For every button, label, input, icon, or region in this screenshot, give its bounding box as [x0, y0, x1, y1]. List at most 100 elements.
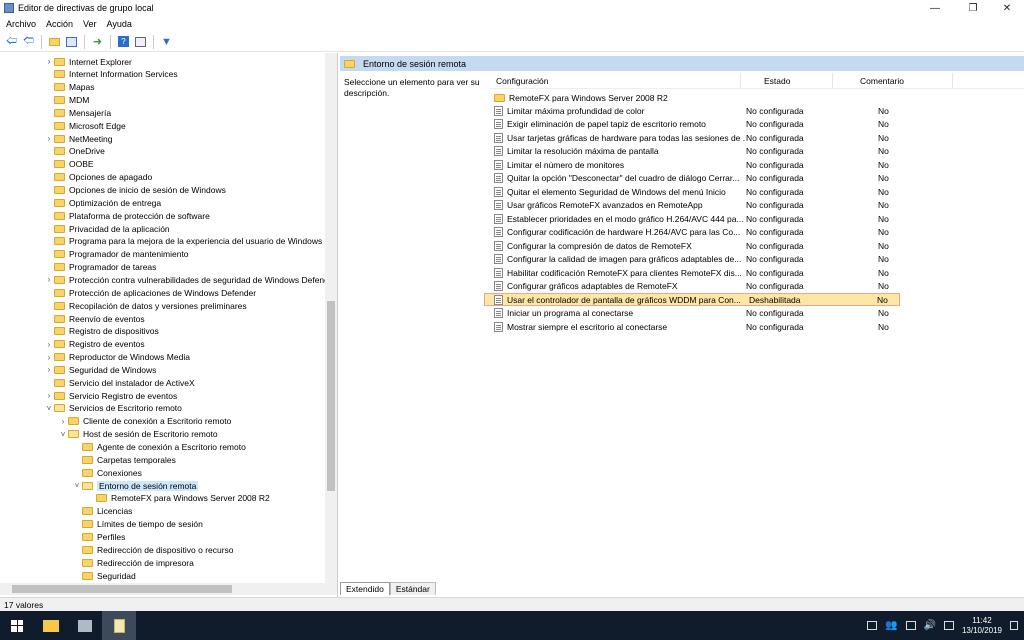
- tree-item[interactable]: Programador de mantenimiento: [44, 248, 189, 261]
- tree-item[interactable]: ˅ Servicios de Escritorio remoto: [44, 402, 182, 415]
- chevron-down-icon[interactable]: ˅: [72, 481, 82, 490]
- tree-item[interactable]: › Protección contra vulnerabilidades de s…: [44, 273, 337, 286]
- column-comentario[interactable]: Comentario: [860, 76, 904, 86]
- chevron-right-icon[interactable]: ›: [58, 417, 68, 426]
- menu-archivo[interactable]: Archivo: [6, 19, 36, 29]
- tree-item[interactable]: Límites de tiempo de sesión: [72, 518, 203, 531]
- forward-arrow-icon[interactable]: 🢢: [21, 34, 36, 49]
- tree-item[interactable]: › NetMeeting: [44, 132, 113, 145]
- menu-accion[interactable]: Acción: [46, 19, 73, 29]
- tree-item[interactable]: Opciones de apagado: [44, 171, 152, 184]
- tree-item[interactable]: Programa para la mejora de la experienci…: [44, 235, 322, 248]
- policy-row[interactable]: Iniciar un programa al conectarse No conf…: [494, 307, 914, 320]
- scrollbar-thumb[interactable]: [12, 585, 232, 593]
- chevron-right-icon[interactable]: ›: [44, 365, 54, 374]
- tree-item[interactable]: › Reproductor de Windows Media: [44, 351, 190, 364]
- taskbar-file-explorer[interactable]: [34, 611, 68, 640]
- tree-item[interactable]: Recopilación de datos y versiones prelim…: [44, 299, 247, 312]
- chevron-right-icon[interactable]: ›: [44, 391, 54, 400]
- tree-item[interactable]: ˅ Entorno de sesión remota: [72, 479, 199, 492]
- tab-estandar[interactable]: Estándar: [389, 582, 436, 595]
- tree-item[interactable]: › Cliente de conexión a Escritorio remoto: [58, 415, 232, 428]
- taskbar-server-manager[interactable]: [68, 611, 102, 640]
- tree-item[interactable]: Licencias: [72, 505, 132, 518]
- minimize-icon[interactable]: —: [920, 0, 950, 16]
- people-icon[interactable]: 👥: [885, 620, 897, 631]
- menu-ver[interactable]: Ver: [83, 19, 97, 29]
- chevron-right-icon[interactable]: ›: [44, 340, 54, 349]
- tree-item[interactable]: Programador de tareas: [44, 261, 156, 274]
- folder-row[interactable]: RemoteFX para Windows Server 2008 R2: [494, 91, 914, 104]
- tree-item[interactable]: Optimización de entrega: [44, 196, 161, 209]
- chevron-down-icon[interactable]: ˅: [58, 430, 68, 439]
- tree-item[interactable]: Plataforma de protección de software: [44, 209, 210, 222]
- chevron-down-icon[interactable]: ˅: [44, 404, 54, 413]
- volume-icon[interactable]: 🔊: [924, 620, 936, 631]
- tree-vertical-scrollbar[interactable]: [325, 53, 337, 583]
- notifications-icon[interactable]: [1010, 621, 1018, 630]
- tree-item[interactable]: ˅ Host de sesión de Escritorio remoto: [58, 428, 218, 441]
- policy-row[interactable]: Habilitar codificación RemoteFX para cli…: [494, 266, 914, 279]
- action-center-icon[interactable]: [867, 621, 878, 630]
- policy-row[interactable]: Limitar la resolución máxima de pantalla…: [494, 145, 914, 158]
- tree-item[interactable]: › Registro de eventos: [44, 338, 145, 351]
- tree-item[interactable]: › Internet Explorer: [44, 55, 132, 68]
- close-icon[interactable]: ✕: [992, 0, 1022, 16]
- chevron-right-icon[interactable]: ›: [44, 275, 54, 284]
- tree-item[interactable]: Agente de conexión a Escritorio remoto: [72, 441, 246, 454]
- column-estado[interactable]: Estado: [764, 76, 790, 86]
- tree-item[interactable]: Mensajería: [44, 106, 111, 119]
- tree-item[interactable]: RemoteFX para Windows Server 2008 R2: [86, 492, 270, 505]
- start-button[interactable]: [0, 611, 34, 640]
- policy-row[interactable]: Configurar la compresión de datos de Rem…: [494, 239, 914, 252]
- filter-icon[interactable]: ▼: [159, 34, 174, 49]
- tree-item[interactable]: OneDrive: [44, 145, 105, 158]
- keyboard-icon[interactable]: [943, 621, 954, 630]
- tree-horizontal-scrollbar[interactable]: [0, 583, 337, 595]
- clock[interactable]: 11:42 13/10/2019: [962, 616, 1002, 636]
- policy-row[interactable]: Usar el controlador de pantalla de gráfi…: [484, 293, 900, 306]
- policy-row[interactable]: Configurar gráficos adaptables de Remote…: [494, 280, 914, 293]
- tree-item[interactable]: MDM: [44, 94, 89, 107]
- policy-row[interactable]: Usar gráficos RemoteFX avanzados en Remo…: [494, 199, 914, 212]
- policy-row[interactable]: Configurar codificación de hardware H.26…: [494, 226, 914, 239]
- tree-item[interactable]: Carpetas temporales: [72, 453, 176, 466]
- tab-extendido[interactable]: Extendido: [340, 582, 390, 595]
- menu-ayuda[interactable]: Ayuda: [107, 19, 132, 29]
- export-list-icon[interactable]: ➜: [90, 34, 105, 49]
- policy-row[interactable]: Exigir eliminación de papel tapiz de esc…: [494, 118, 914, 131]
- taskbar-gpedit[interactable]: [102, 611, 136, 640]
- chevron-right-icon[interactable]: ›: [44, 57, 54, 66]
- policy-row[interactable]: Limitar el número de monitores No configu…: [494, 158, 914, 171]
- policy-row[interactable]: Usar tarjetas gráficas de hardware para …: [494, 131, 914, 144]
- tree-item[interactable]: OOBE: [44, 158, 94, 171]
- tree-item[interactable]: Seguridad: [72, 569, 136, 582]
- tree-item[interactable]: Redirección de dispositivo o recurso: [72, 543, 234, 556]
- tree-item[interactable]: Privacidad de la aplicación: [44, 222, 170, 235]
- policy-row[interactable]: Quitar la opción "Desconectar" del cuadr…: [494, 172, 914, 185]
- tree-item[interactable]: Opciones de inicio de sesión de Windows: [44, 184, 226, 197]
- tree-item[interactable]: Protección de aplicaciones de Windows De…: [44, 286, 256, 299]
- help-icon[interactable]: ?: [116, 34, 131, 49]
- back-arrow-icon[interactable]: 🢠: [4, 34, 19, 49]
- policy-row[interactable]: Mostrar siempre el escritorio al conecta…: [494, 320, 914, 333]
- show-hide-tree-icon[interactable]: [64, 34, 79, 49]
- maximize-icon[interactable]: ❐: [958, 0, 988, 16]
- policy-row[interactable]: Configurar la calidad de imagen para grá…: [494, 253, 914, 266]
- tree-item[interactable]: Reenvío de eventos: [44, 312, 145, 325]
- chevron-right-icon[interactable]: ›: [44, 353, 54, 362]
- tree-item[interactable]: Microsoft Edge: [44, 119, 126, 132]
- tree-item[interactable]: › Servicio Registro de eventos: [44, 389, 178, 402]
- tree-item[interactable]: Servicio del instalador de ActiveX: [44, 376, 195, 389]
- tree-item[interactable]: › Seguridad de Windows: [44, 363, 157, 376]
- tree-item[interactable]: Registro de dispositivos: [44, 325, 159, 338]
- tree-item[interactable]: Redirección de impresora: [72, 556, 194, 569]
- policy-row[interactable]: Limitar máxima profundidad de color No co…: [494, 104, 914, 117]
- tree-item[interactable]: Conexiones: [72, 466, 142, 479]
- tree-item[interactable]: Internet Information Services: [44, 68, 178, 81]
- properties-icon[interactable]: [133, 34, 148, 49]
- policy-row[interactable]: Quitar el elemento Seguridad de Windows …: [494, 185, 914, 198]
- network-icon[interactable]: [905, 621, 916, 630]
- up-folder-icon[interactable]: [47, 34, 62, 49]
- tree-item[interactable]: Perfiles: [72, 530, 125, 543]
